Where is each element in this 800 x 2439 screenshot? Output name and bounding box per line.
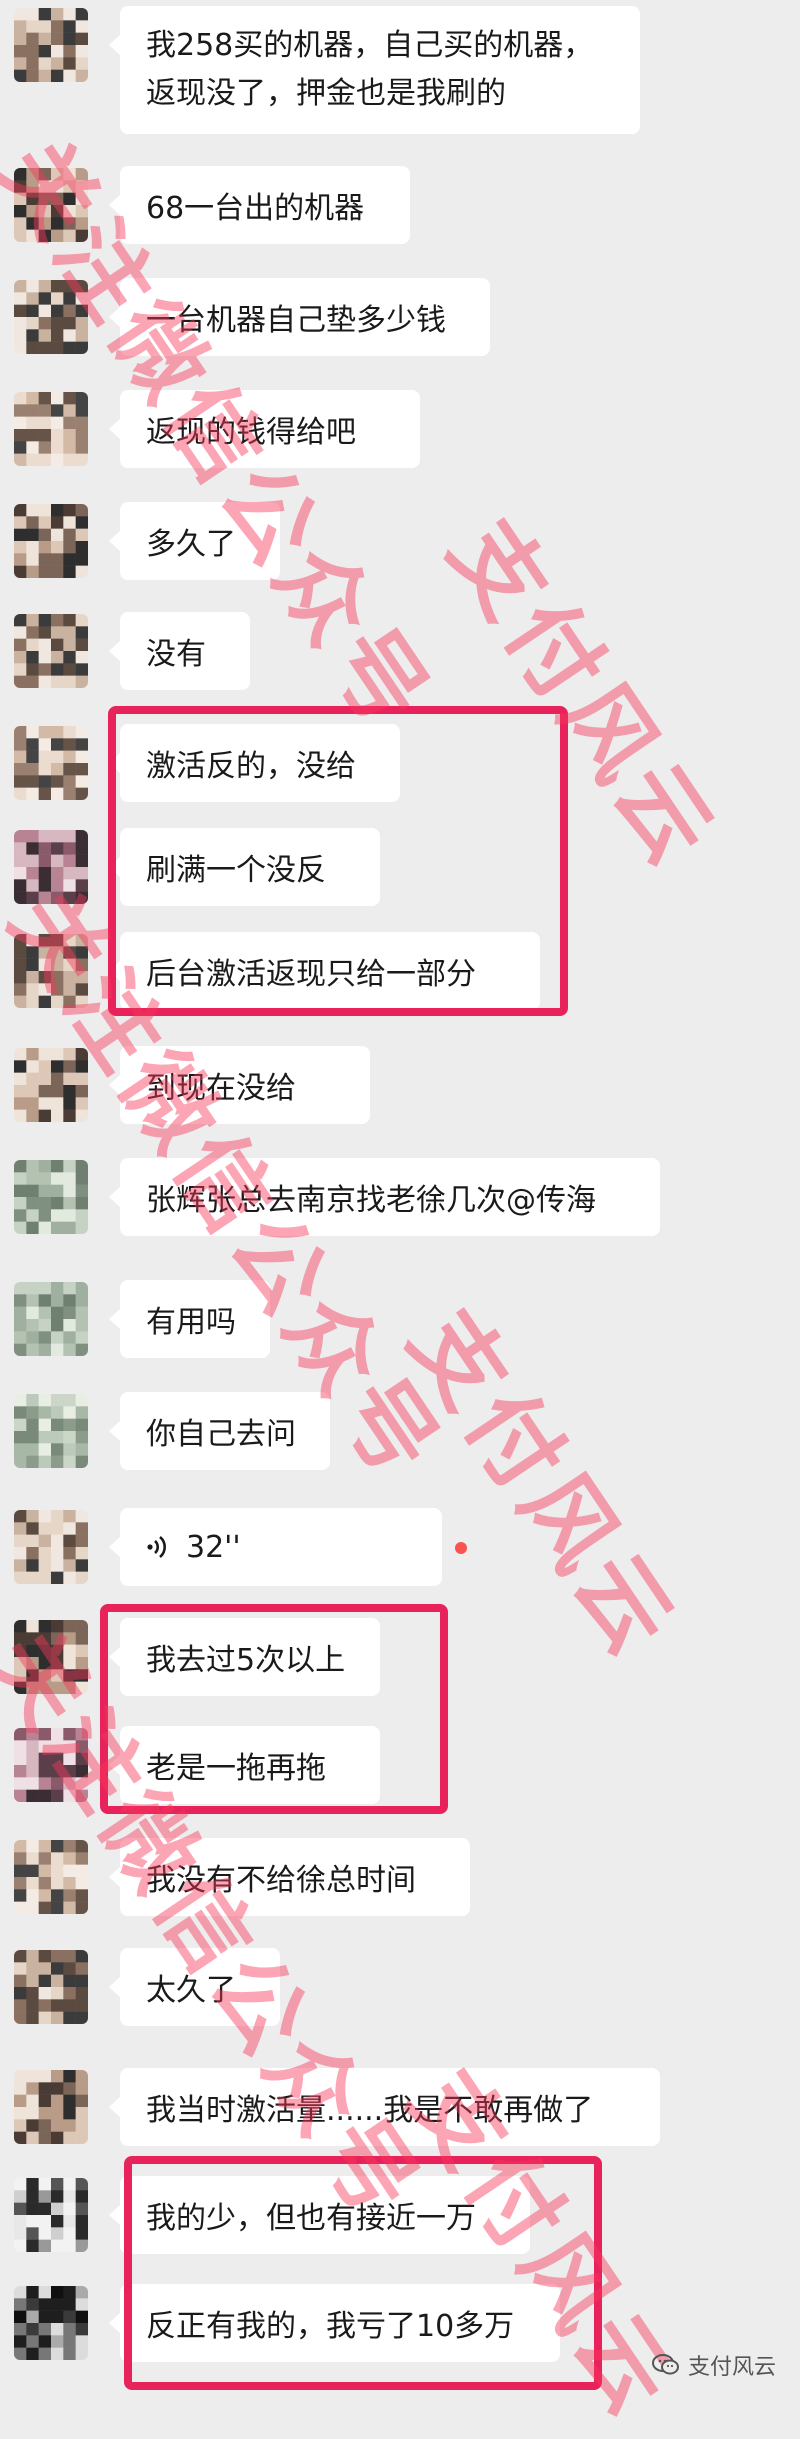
chat-area: 我258买的机器，自己买的机器， 返现没了，押金也是我刷的 68一台出的机器 一… <box>0 0 800 2436</box>
message-bubble[interactable]: 多久了 <box>109 502 280 580</box>
message-row: 到现在没给 <box>0 1040 800 1130</box>
message-bubble[interactable]: 激活反的，没给 <box>109 724 400 802</box>
message-bubble[interactable]: 后台激活返现只给一部分 <box>109 932 540 1010</box>
message-text: 到现在没给 <box>146 1071 296 1106</box>
message-text: 68一台出的机器 <box>146 191 365 226</box>
message-text: 我没有不给徐总时间 <box>146 1863 416 1898</box>
footer-credit: 支付风云 <box>651 2349 776 2381</box>
message-bubble[interactable]: 没有 <box>109 612 250 690</box>
pixelated-avatar[interactable] <box>14 1840 88 1914</box>
footer-label: 支付风云 <box>687 2355 776 2380</box>
message-bubble[interactable]: 我的少，但也有接近一万 <box>109 2176 530 2254</box>
message-bubble[interactable]: 68一台出的机器 <box>109 166 410 244</box>
message-bubble[interactable]: 我当时激活量......我是不敢再做了 <box>109 2068 660 2146</box>
pixelated-avatar-green[interactable] <box>14 1160 88 1234</box>
pixelated-avatar[interactable] <box>14 2070 88 2144</box>
message-text: 你自己去问 <box>146 1417 296 1452</box>
pixelated-avatar-green[interactable] <box>14 1394 88 1468</box>
pixelated-avatar[interactable] <box>14 830 88 904</box>
pixelated-avatar[interactable] <box>14 726 88 800</box>
message-text: 我的少，但也有接近一万 <box>146 2201 476 2236</box>
message-text: 多久了 <box>146 527 236 562</box>
message-row: 我258买的机器，自己买的机器， 返现没了，押金也是我刷的 <box>0 0 800 140</box>
wechat-icon <box>651 2353 680 2377</box>
message-text: 太久了 <box>146 1973 236 2008</box>
pixelated-avatar[interactable] <box>14 1048 88 1122</box>
pixelated-avatar[interactable] <box>14 168 88 242</box>
message-text: 没有 <box>146 637 206 672</box>
message-text: 反正有我的，我亏了10多万 <box>146 2309 515 2344</box>
message-row: 你自己去问 <box>0 1386 800 1476</box>
pixelated-avatar[interactable] <box>14 8 88 82</box>
pixelated-avatar[interactable] <box>14 614 88 688</box>
message-row: 返现的钱得给吧 <box>0 384 800 474</box>
unread-dot <box>455 1542 467 1554</box>
message-bubble[interactable]: 我258买的机器，自己买的机器， 返现没了，押金也是我刷的 <box>109 6 640 134</box>
message-row: 太久了 <box>0 1942 800 2032</box>
message-row: 我当时激活量......我是不敢再做了 <box>0 2062 800 2152</box>
message-row: 我没有不给徐总时间 <box>0 1832 800 1922</box>
message-text: 我去过5次以上 <box>146 1643 346 1678</box>
message-row: 张辉张总去南京找老徐几次@传海 <box>0 1152 800 1242</box>
pixelated-avatar[interactable] <box>14 934 88 1008</box>
message-row: 没有 <box>0 606 800 696</box>
message-row: 有用吗 <box>0 1274 800 1364</box>
message-bubble[interactable]: 有用吗 <box>109 1280 270 1358</box>
message-row: 我去过5次以上 <box>0 1612 800 1702</box>
message-bubble[interactable]: 我没有不给徐总时间 <box>109 1838 470 1916</box>
message-text: 后台激活返现只给一部分 <box>146 957 476 992</box>
message-bubble[interactable]: 张辉张总去南京找老徐几次@传海 <box>109 1158 660 1236</box>
message-text: 有用吗 <box>146 1305 236 1340</box>
message-text: 返现的钱得给吧 <box>146 415 356 450</box>
pixelated-avatar[interactable] <box>14 392 88 466</box>
message-text: 刷满一个没反 <box>146 853 326 888</box>
voice-duration: 32'' <box>186 1529 241 1565</box>
message-text-line: 返现没了，押金也是我刷的 <box>146 76 506 111</box>
message-row: 一台机器自己垫多少钱 <box>0 272 800 362</box>
pixelated-avatar[interactable] <box>14 1620 88 1694</box>
pixelated-avatar-dark2[interactable] <box>14 2286 88 2360</box>
voice-message-bubble[interactable]: 32'' <box>109 1508 442 1586</box>
message-row: 68一台出的机器 <box>0 160 800 250</box>
pixelated-avatar[interactable] <box>14 1510 88 1584</box>
voice-icon <box>146 1534 168 1560</box>
message-row: 我的少，但也有接近一万 <box>0 2170 800 2260</box>
pixelated-avatar[interactable] <box>14 1728 88 1802</box>
message-row: 32'' <box>0 1502 800 1592</box>
message-bubble[interactable]: 老是一拖再拖 <box>109 1726 380 1804</box>
message-row: 多久了 <box>0 496 800 586</box>
pixelated-avatar[interactable] <box>14 504 88 578</box>
message-row: 刷满一个没反 <box>0 822 800 912</box>
message-bubble[interactable]: 我去过5次以上 <box>109 1618 380 1696</box>
message-row: 激活反的，没给 <box>0 718 800 808</box>
message-row: 后台激活返现只给一部分 <box>0 926 800 1016</box>
message-text: 张辉张总去南京找老徐几次@传海 <box>146 1183 596 1218</box>
message-bubble[interactable]: 你自己去问 <box>109 1392 330 1470</box>
message-text: 一台机器自己垫多少钱 <box>146 303 446 338</box>
message-bubble[interactable]: 刷满一个没反 <box>109 828 380 906</box>
message-bubble[interactable]: 一台机器自己垫多少钱 <box>109 278 490 356</box>
message-bubble[interactable]: 太久了 <box>109 1948 280 2026</box>
message-bubble[interactable]: 到现在没给 <box>109 1046 370 1124</box>
message-row: 老是一拖再拖 <box>0 1720 800 1810</box>
message-text: 老是一拖再拖 <box>146 1751 326 1786</box>
message-text: 激活反的，没给 <box>146 749 356 784</box>
pixelated-avatar[interactable] <box>14 1950 88 2024</box>
message-bubble[interactable]: 反正有我的，我亏了10多万 <box>109 2284 560 2362</box>
pixelated-avatar-green[interactable] <box>14 1282 88 1356</box>
message-text-line: 我258买的机器，自己买的机器， <box>146 28 594 63</box>
message-bubble[interactable]: 返现的钱得给吧 <box>109 390 420 468</box>
pixelated-avatar-dark[interactable] <box>14 2178 88 2252</box>
pixelated-avatar[interactable] <box>14 280 88 354</box>
message-text: 我当时激活量......我是不敢再做了 <box>146 2093 594 2128</box>
